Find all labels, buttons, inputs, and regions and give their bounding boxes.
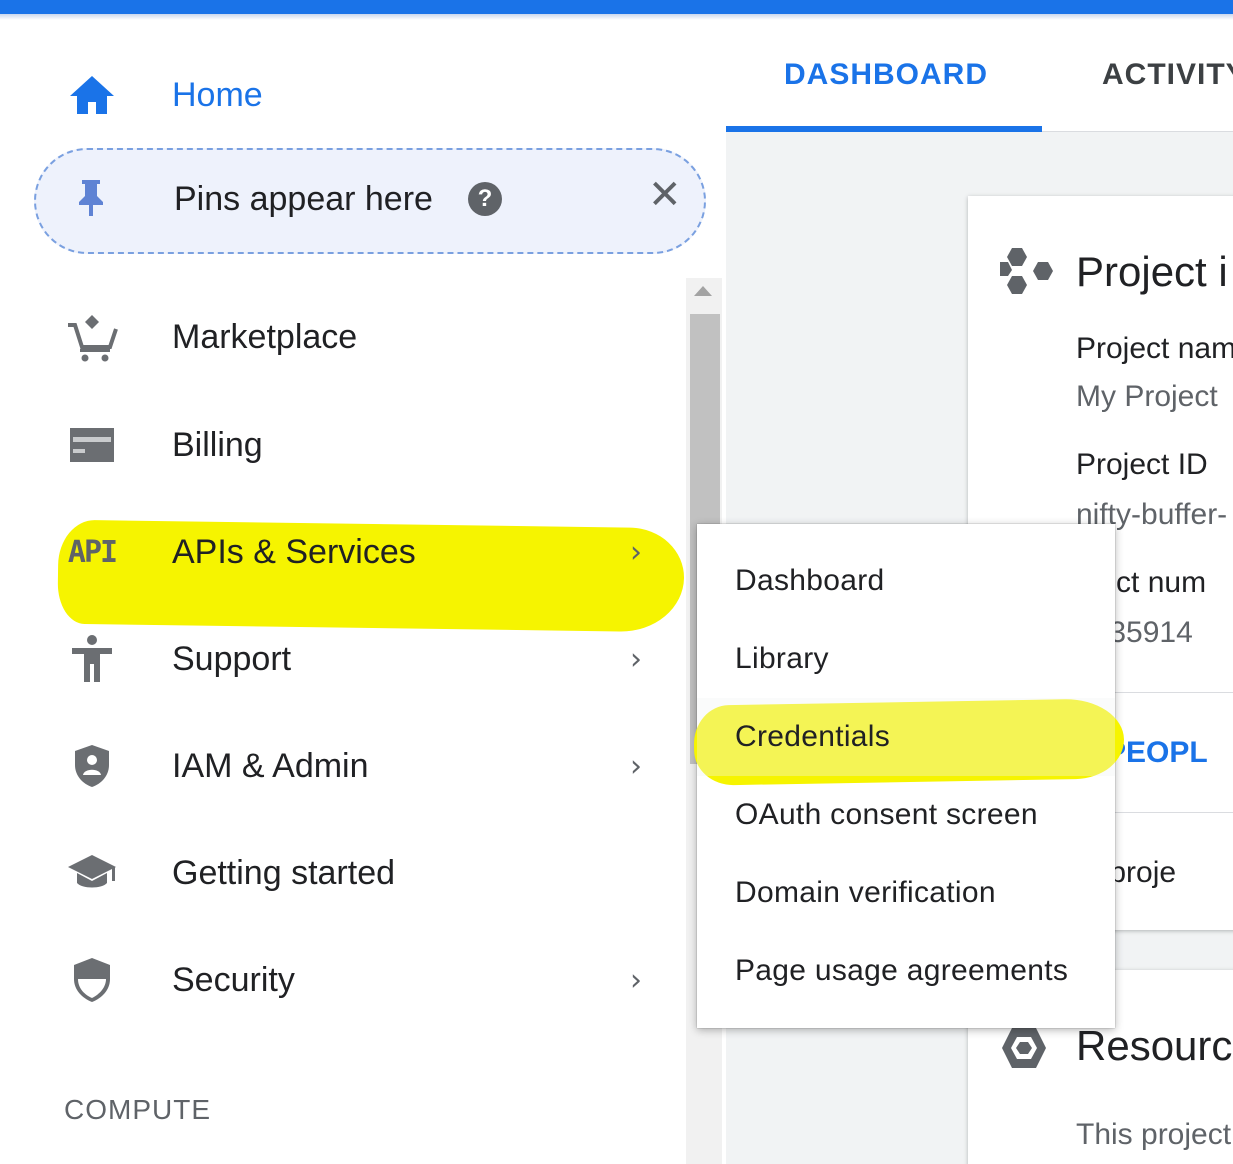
sidebar-item-label: Marketplace: [172, 317, 358, 356]
sidebar-item-getting-started[interactable]: Getting started: [0, 828, 690, 918]
pins-placeholder: Pins appear here ? ✕: [34, 148, 706, 254]
submenu-item-oauth-consent-screen[interactable]: OAuth consent screen: [697, 776, 1115, 854]
top-accent-bar: [0, 0, 1233, 14]
sidebar-item-marketplace[interactable]: Marketplace: [0, 292, 690, 382]
submenu-item-label: Domain verification: [735, 876, 996, 909]
sidebar-item-label: Home: [172, 75, 263, 114]
section-label-compute: COMPUTE: [64, 1094, 211, 1125]
submenu-item-label: Dashboard: [735, 564, 885, 597]
project-card-title: Project i: [1076, 248, 1228, 295]
support-person-icon: [64, 631, 120, 687]
project-hexagons-icon: [998, 246, 1056, 307]
apis-services-submenu: Dashboard Library Credentials OAuth cons…: [693, 524, 1125, 1028]
help-icon[interactable]: ?: [468, 182, 502, 216]
project-name-label: Project nam: [1076, 332, 1233, 365]
sidebar-item-label: Security: [172, 960, 295, 999]
tab-dashboard[interactable]: DASHBOARD: [784, 58, 988, 92]
chevron-right-icon: ›: [630, 748, 642, 784]
submenu-item-label: Library: [735, 642, 829, 675]
tab-bar: DASHBOARD ACTIVITY: [726, 20, 1233, 132]
sidebar-item-security[interactable]: Security ›: [0, 935, 690, 1025]
submenu-item-domain-verification[interactable]: Domain verification: [697, 854, 1115, 932]
chevron-right-icon: ›: [630, 534, 642, 570]
tab-activity[interactable]: ACTIVITY: [1102, 58, 1233, 92]
pin-icon: [76, 178, 106, 223]
close-icon[interactable]: ✕: [648, 172, 682, 218]
sidebar-item-billing[interactable]: Billing: [0, 400, 690, 490]
submenu-item-label: OAuth consent screen: [735, 798, 1038, 831]
iam-shield-icon: [64, 738, 120, 794]
sidebar-item-apis-services[interactable]: API APIs & Services ›: [0, 507, 690, 597]
submenu-item-label: Credentials: [735, 720, 891, 753]
sidebar-item-label: Billing: [172, 425, 263, 464]
submenu-item-page-usage-agreements[interactable]: Page usage agreements: [697, 932, 1115, 1010]
api-icon: API: [67, 534, 118, 570]
sidebar-item-support[interactable]: Support ›: [0, 614, 690, 704]
chevron-right-icon: ›: [630, 962, 642, 998]
submenu-item-credentials[interactable]: Credentials: [697, 698, 1115, 776]
chevron-right-icon: ›: [630, 641, 642, 677]
project-name-value: My Project: [1076, 380, 1218, 413]
sidebar-item-label: Getting started: [172, 853, 396, 892]
submenu-item-dashboard[interactable]: Dashboard: [697, 542, 1115, 620]
home-icon: [64, 67, 120, 123]
resources-card-title: Resourc: [1076, 1022, 1233, 1069]
sidebar-item-home[interactable]: Home: [0, 50, 690, 140]
resources-hexagon-icon: [1000, 1026, 1048, 1075]
marketplace-cart-icon: [64, 309, 120, 365]
sidebar-item-label: Support: [172, 639, 292, 678]
pins-label: Pins appear here: [174, 180, 433, 218]
resources-card-text: This project: [1076, 1118, 1232, 1151]
navigation-sidebar: Home Pins appear here ? ✕ Marketplace Bi…: [0, 20, 726, 1164]
active-tab-indicator: [726, 126, 1042, 132]
sidebar-item-label: IAM & Admin: [172, 746, 369, 785]
submenu-item-library[interactable]: Library: [697, 620, 1115, 698]
security-shield-icon: [64, 952, 120, 1008]
scroll-up-arrow-icon[interactable]: [694, 286, 712, 296]
submenu-item-label: Page usage agreements: [735, 954, 1069, 987]
project-id-label: Project ID: [1076, 448, 1208, 481]
sidebar-item-iam-admin[interactable]: IAM & Admin ›: [0, 721, 690, 811]
graduation-cap-icon: [64, 845, 120, 901]
billing-card-icon: [64, 417, 120, 473]
sidebar-item-label: APIs & Services: [172, 532, 416, 571]
